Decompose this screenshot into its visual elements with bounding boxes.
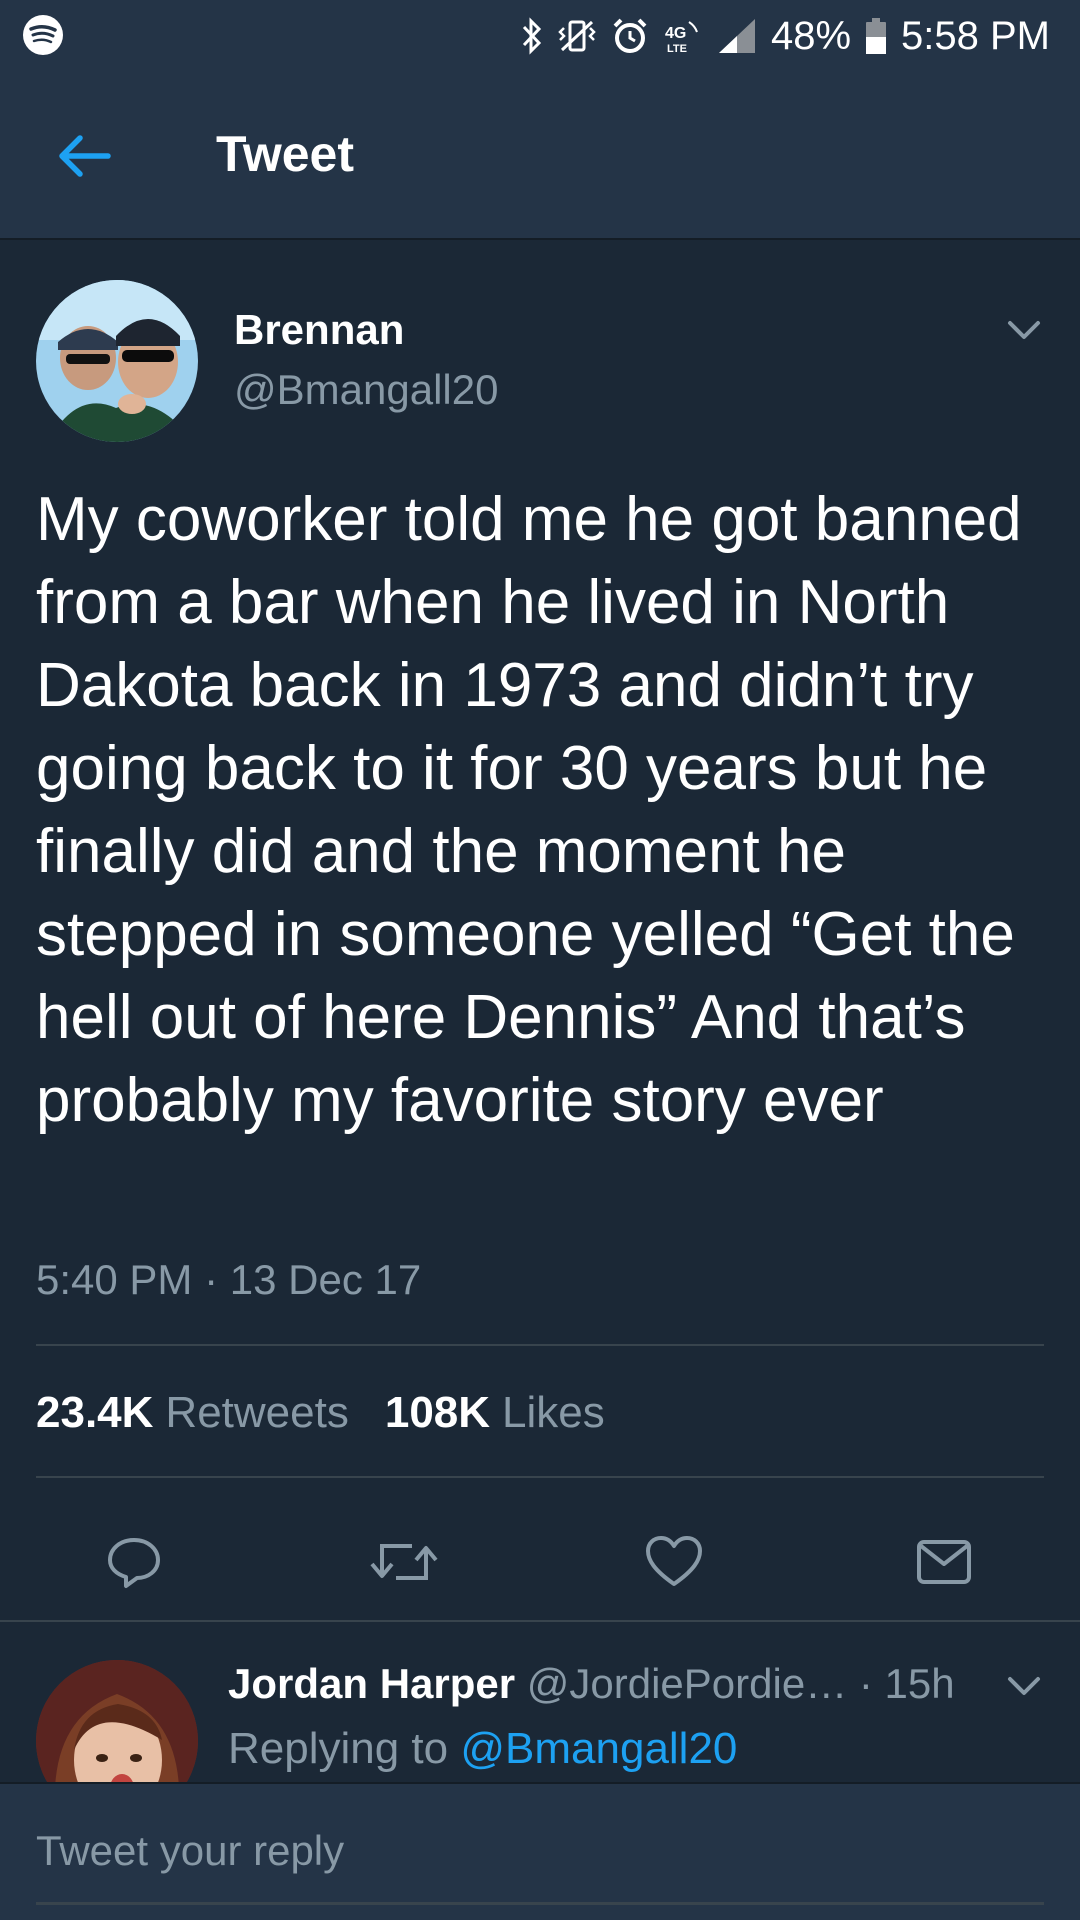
clock: 5:58 PM xyxy=(901,13,1050,58)
status-bar: 4G LTE 48% 5:58 PM xyxy=(0,0,1080,72)
app-bar: Tweet xyxy=(0,72,1080,240)
tweet-actions xyxy=(0,1522,1080,1602)
svg-text:4G: 4G xyxy=(665,25,686,42)
likes-stat[interactable]: 108K Likes xyxy=(385,1388,605,1438)
retweets-label: Retweets xyxy=(165,1388,349,1437)
page-title: Tweet xyxy=(216,126,354,182)
likes-count: 108K xyxy=(384,1388,491,1437)
vibrate-icon xyxy=(557,18,597,54)
retweet-icon[interactable] xyxy=(364,1522,444,1602)
reply-tweet[interactable]: Jordan Harper @JordiePordie… · 15h Reply… xyxy=(0,1624,1080,1782)
reply-header: Jordan Harper @JordiePordie… · 15h xyxy=(228,1660,955,1708)
author-name[interactable]: Brennan xyxy=(234,306,404,354)
like-icon[interactable] xyxy=(634,1522,714,1602)
tweet-text: My coworker told me he got banned from a… xyxy=(36,485,1022,1135)
replying-to: Replying to @Bmangall20 xyxy=(228,1724,737,1774)
likes-label: Likes xyxy=(502,1388,605,1437)
input-underline xyxy=(36,1902,1044,1905)
author-handle[interactable]: @Bmangall20 xyxy=(234,366,498,414)
chevron-down-icon[interactable] xyxy=(1002,308,1046,352)
alarm-icon xyxy=(611,17,649,55)
replying-handle-link[interactable]: @Bmangall20 xyxy=(460,1724,737,1773)
bluetooth-icon xyxy=(521,17,543,55)
retweets-count: 23.4K xyxy=(36,1388,154,1437)
reply-icon[interactable] xyxy=(94,1522,174,1602)
spotify-icon xyxy=(22,14,64,61)
battery-percent: 48% xyxy=(770,13,852,58)
avatar[interactable] xyxy=(36,280,198,442)
reply-author-name[interactable]: Jordan Harper xyxy=(228,1660,515,1707)
compose-bar xyxy=(0,1782,1080,1920)
battery-icon xyxy=(865,17,887,55)
status-icons: 4G LTE 48% 5:58 PM xyxy=(521,8,1050,64)
avatar[interactable] xyxy=(36,1660,198,1782)
signal-icon xyxy=(717,17,757,55)
reply-input[interactable] xyxy=(36,1814,1044,1888)
tweet: Brennan @Bmangall20 My coworker told me … xyxy=(0,240,1080,1622)
tweet-timestamp[interactable]: 5:40 PM · 13 Dec 17 xyxy=(36,1256,421,1304)
4g-lte-icon: 4G LTE xyxy=(663,16,703,56)
message-icon[interactable] xyxy=(904,1522,984,1602)
retweets-stat[interactable]: 23.4K Retweets xyxy=(36,1388,349,1438)
divider xyxy=(36,1344,1044,1346)
divider xyxy=(36,1476,1044,1478)
replying-prefix: Replying to xyxy=(228,1724,461,1773)
tweet-stats: 23.4K Retweets 108K Likes xyxy=(36,1388,605,1438)
reply-time: · 15h xyxy=(847,1660,955,1707)
chevron-down-icon[interactable] xyxy=(1002,1664,1046,1708)
svg-text:LTE: LTE xyxy=(667,43,687,55)
reply-author-handle[interactable]: @JordiePordie… xyxy=(527,1660,847,1707)
arrow-left-icon[interactable] xyxy=(52,124,116,188)
